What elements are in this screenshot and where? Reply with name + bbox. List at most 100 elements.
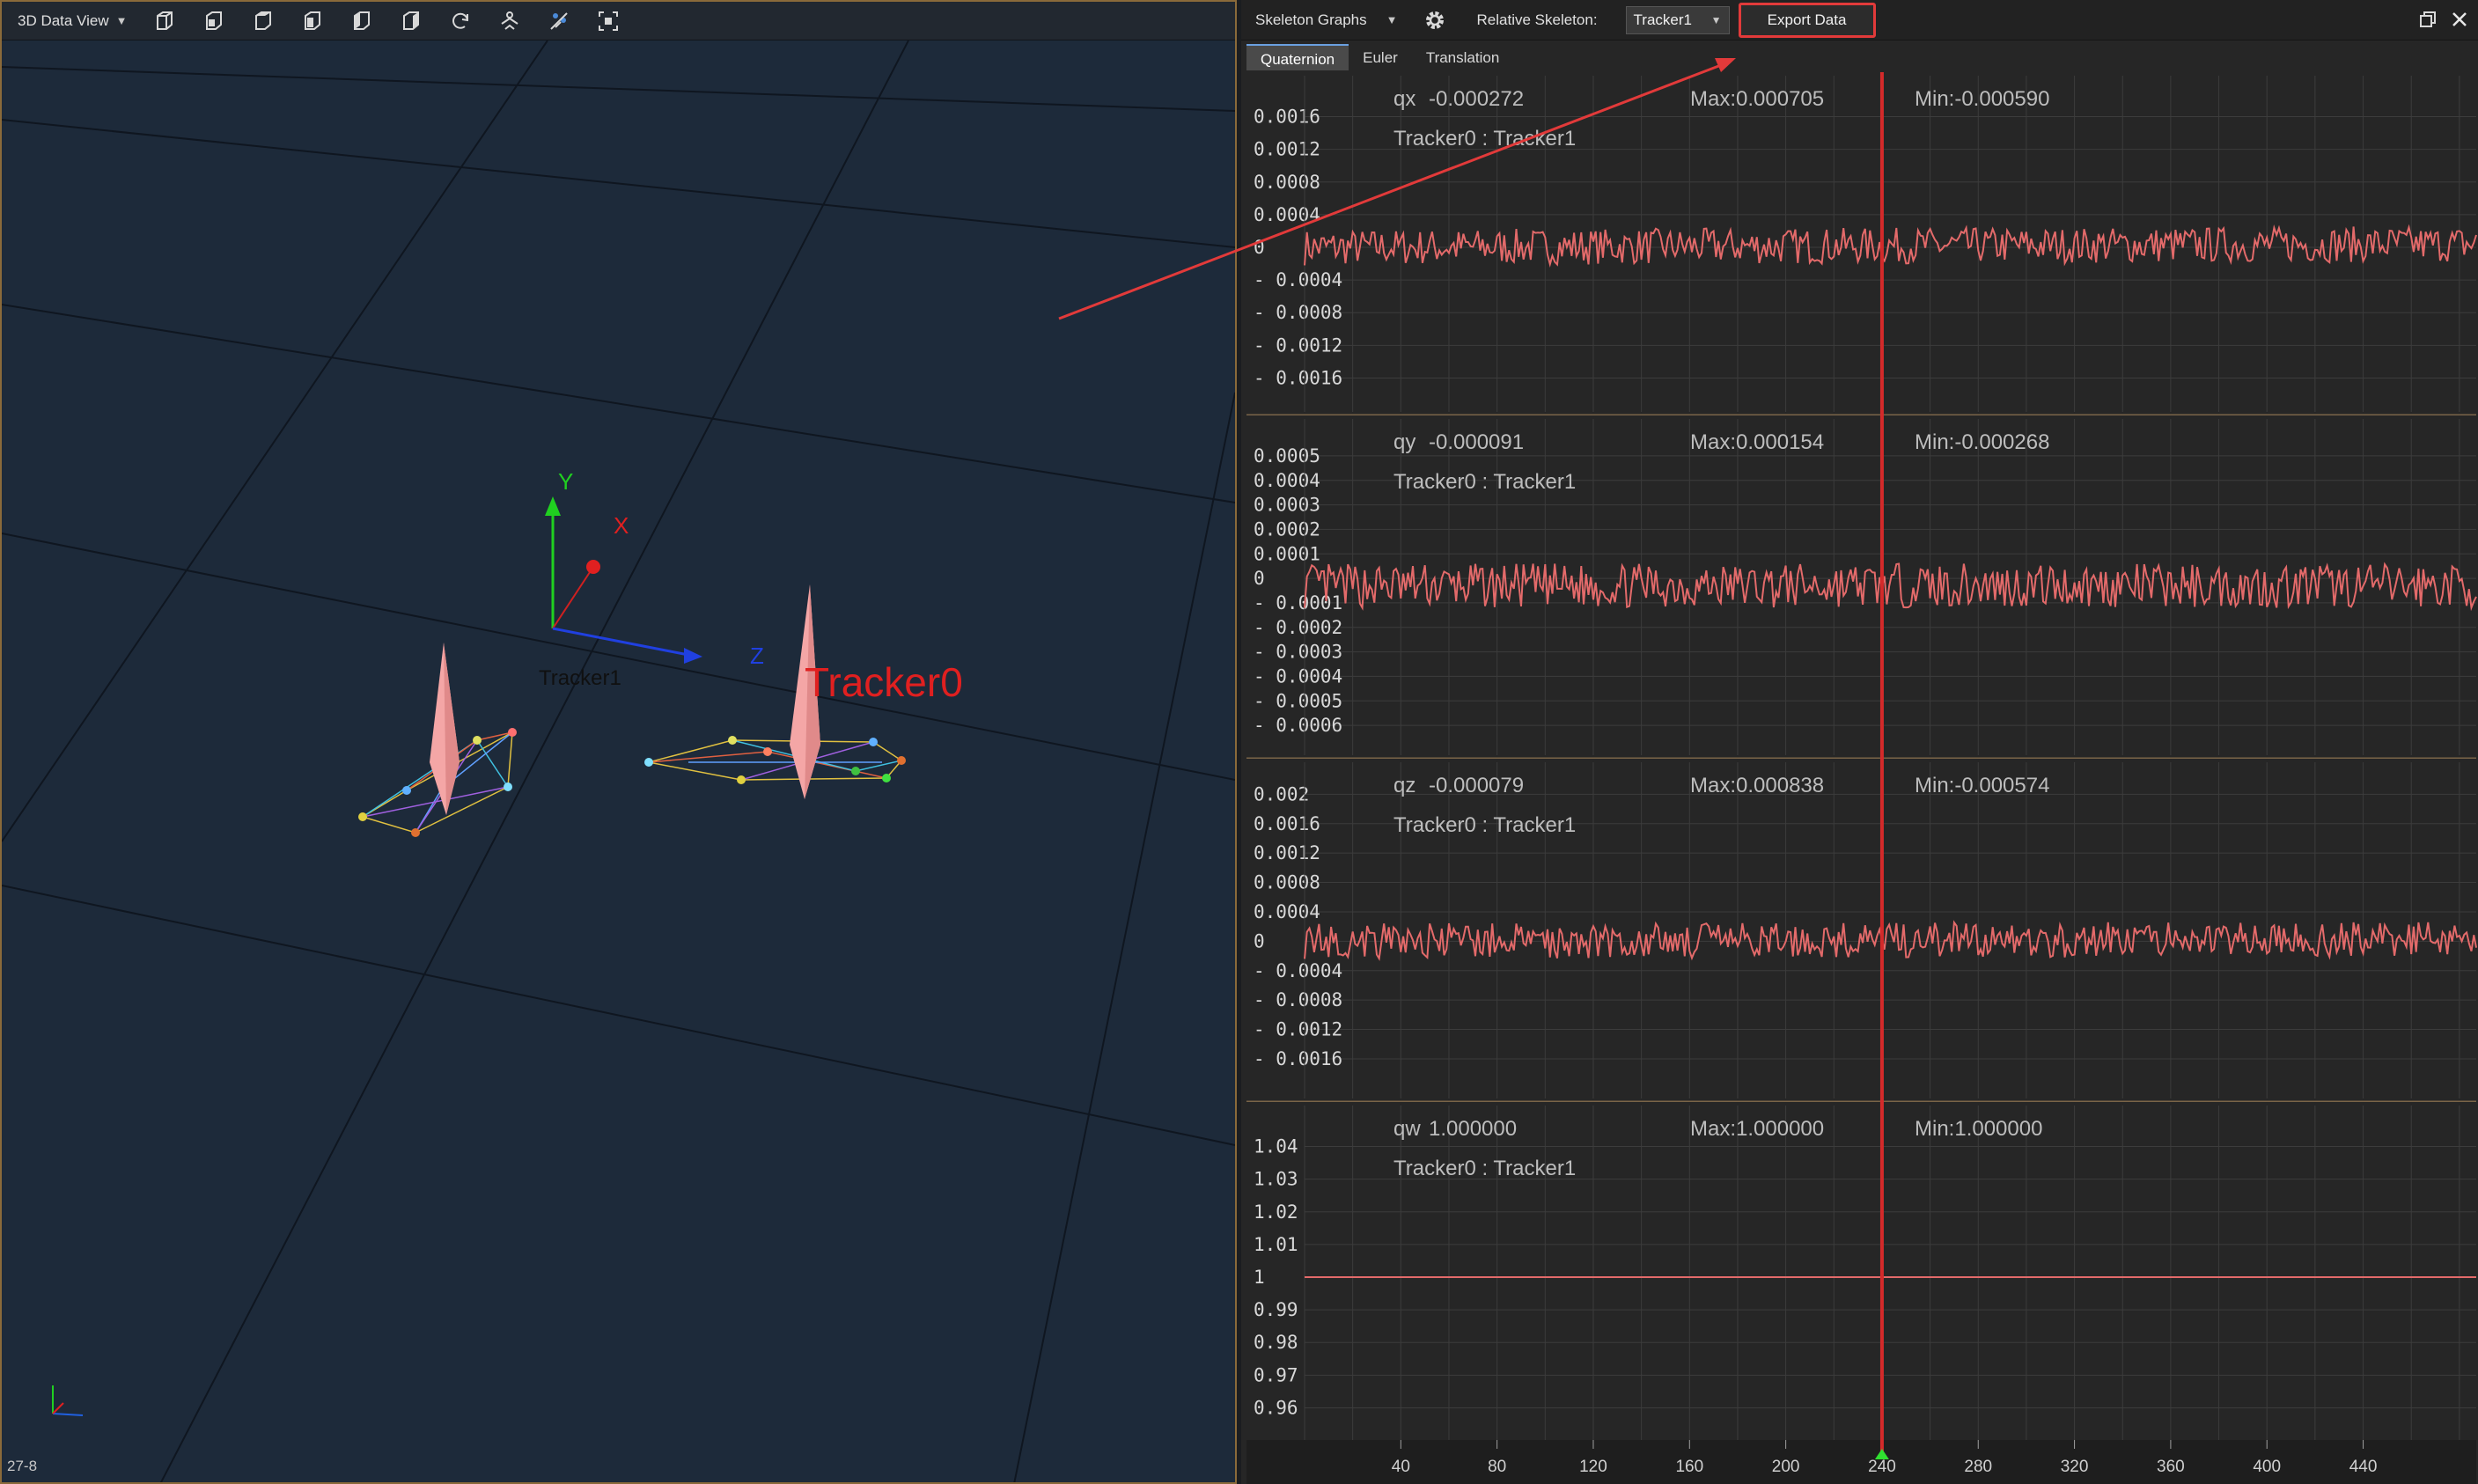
y-tick-label: - 0.0008 <box>1254 989 1342 1010</box>
y-tick-label: 1.04 <box>1254 1136 1298 1157</box>
series-current-qw: 1.000000 <box>1429 1117 1517 1141</box>
graph-tabs: Quaternion Euler Translation <box>1246 40 1513 70</box>
y-tick-label: 0.0008 <box>1254 872 1320 893</box>
export-data-button[interactable]: Export Data <box>1738 2 1876 38</box>
y-tick-label: 0.0004 <box>1254 470 1320 491</box>
tab-quaternion[interactable]: Quaternion <box>1246 44 1349 70</box>
frame-counter: 27-8 <box>7 1458 38 1474</box>
y-tick-label: 0.0002 <box>1254 518 1320 540</box>
x-tick-label: 200 <box>1772 1458 1800 1476</box>
y-tick-label: 0.98 <box>1254 1332 1298 1353</box>
y-tick-label: - 0.0016 <box>1254 367 1342 388</box>
y-tick-label: - 0.0004 <box>1254 665 1342 687</box>
y-tick-label: 0.0012 <box>1254 139 1320 160</box>
mini-axis-gizmo <box>52 1385 84 1416</box>
x-tick-label: 120 <box>1579 1458 1607 1476</box>
3d-data-view-panel[interactable]: 3D Data View ▼ Y X Z Tracker1 Tracker0 2… <box>0 0 1237 1484</box>
graphs-title: Skeleton Graphs <box>1255 11 1367 28</box>
y-tick-label: 0.002 <box>1254 783 1309 804</box>
3d-scene-viewport[interactable]: Y X Z Tracker1 Tracker0 <box>2 40 1235 1484</box>
x-tick-label: 240 <box>1868 1458 1896 1476</box>
y-tick-label: 0.0004 <box>1254 204 1320 225</box>
y-tick-label: - 0.0012 <box>1254 1019 1342 1040</box>
y-tick-label: 0.0008 <box>1254 172 1320 193</box>
series-current-qz: -0.000079 <box>1429 774 1524 797</box>
y-tick-label: 0.0016 <box>1254 813 1320 834</box>
series-min-qy: Min:-0.000268 <box>1915 430 2049 454</box>
z-axis-label: Z <box>750 643 764 669</box>
y-tick-label: - 0.0003 <box>1254 642 1342 663</box>
series-min-qw: Min:1.000000 <box>1915 1117 2042 1141</box>
y-tick-label: 1.03 <box>1254 1169 1298 1190</box>
x-tick-label: 80 <box>1488 1458 1506 1476</box>
y-axis-label: Y <box>558 468 573 495</box>
tab-euler[interactable]: Euler <box>1349 44 1412 70</box>
tab-translation[interactable]: Translation <box>1412 44 1513 70</box>
reset-rotation-icon[interactable] <box>445 5 476 37</box>
ground-grid <box>2 40 1235 1482</box>
y-tick-label: - 0.0006 <box>1254 715 1342 736</box>
y-tick-label: 0.0003 <box>1254 495 1320 516</box>
gear-icon[interactable] <box>1423 8 1447 33</box>
y-tick-label: 0.97 <box>1254 1364 1298 1385</box>
y-tick-label: - 0.0002 <box>1254 617 1342 638</box>
series-max-qw: Max:1.000000 <box>1690 1117 1824 1141</box>
x-tick-label: 160 <box>1675 1458 1703 1476</box>
perspective-view-icon[interactable] <box>149 5 180 37</box>
series-min-qz: Min:-0.000574 <box>1915 774 2049 797</box>
series-min-qx: Min:-0.000590 <box>1915 87 2049 111</box>
y-tick-label: 1.01 <box>1254 1234 1298 1255</box>
series-subtitle-qy: Tracker0 : Tracker1 <box>1393 470 1576 494</box>
x-tick-label: 40 <box>1392 1458 1410 1476</box>
y-tick-label: - 0.0008 <box>1254 302 1342 323</box>
series-name-qz: qz <box>1393 774 1415 797</box>
view-dropdown-caret[interactable]: ▼ <box>116 14 128 27</box>
view-title: 3D Data View <box>18 11 109 29</box>
series-name-qx: qx <box>1393 87 1415 111</box>
relative-skeleton-value: Tracker1 <box>1633 11 1692 28</box>
x-tick-label: 440 <box>2349 1458 2378 1476</box>
graph-panel-qw <box>1246 1102 2476 1445</box>
y-tick-label: - 0.0016 <box>1254 1048 1342 1069</box>
y-tick-label: 0.99 <box>1254 1299 1298 1320</box>
skeleton-graphs-toolbar: Skeleton Graphs ▼ Relative Skeleton: Tra… <box>1241 0 2478 40</box>
y-tick-label: 0.0004 <box>1254 901 1320 922</box>
top-view-icon[interactable] <box>247 5 279 37</box>
y-tick-label: 0.0005 <box>1254 445 1320 467</box>
front-view-icon[interactable] <box>198 5 230 37</box>
y-tick-label: - 0.0005 <box>1254 690 1342 711</box>
tracker0-label: Tracker0 <box>805 659 963 705</box>
tracker-display-icon[interactable] <box>494 5 526 37</box>
series-subtitle-qx: Tracker0 : Tracker1 <box>1393 127 1576 151</box>
series-max-qy: Max:0.000154 <box>1690 430 1824 454</box>
y-tick-label: 0.0001 <box>1254 543 1320 564</box>
series-subtitle-qw: Tracker0 : Tracker1 <box>1393 1157 1576 1180</box>
skeleton-graphs-chart[interactable]: 0.00160.00120.00080.00040- 0.0004- 0.000… <box>1241 0 2478 1484</box>
side-view-icon[interactable] <box>297 5 328 37</box>
marker-display-icon[interactable] <box>543 5 575 37</box>
relative-skeleton-label: Relative Skeleton: <box>1476 11 1598 28</box>
x-tick-label: 320 <box>2061 1458 2089 1476</box>
skeleton-graphs-panel: 0.0016 0.0012 0.0008 0.0004 0- 0.0004- 0.000… <box>1241 0 2478 1484</box>
restore-window-icon[interactable] <box>2417 9 2438 30</box>
right-view-icon[interactable] <box>395 5 427 37</box>
x-tick-label: 400 <box>2253 1458 2281 1476</box>
x-axis-bar <box>1246 1440 2476 1484</box>
tracker1-rigid-body[interactable] <box>358 643 517 837</box>
y-tick-label: 1.02 <box>1254 1201 1298 1223</box>
series-subtitle-qz: Tracker0 : Tracker1 <box>1393 813 1576 837</box>
series-max-qx: Max:0.000705 <box>1690 87 1824 111</box>
y-tick-label: - 0.0012 <box>1254 334 1342 356</box>
y-tick-label: 0 <box>1254 568 1265 589</box>
series-current-qy: -0.000091 <box>1429 430 1524 454</box>
y-tick-label: - 0.0004 <box>1254 960 1342 981</box>
capture-view-icon[interactable] <box>592 5 624 37</box>
left-view-icon[interactable] <box>346 5 378 37</box>
series-name-qy: qy <box>1393 430 1415 454</box>
series-name-qw: qw <box>1393 1117 1421 1141</box>
y-tick-label: 0.0012 <box>1254 842 1320 863</box>
graphs-dropdown-caret[interactable]: ▼ <box>1386 13 1398 26</box>
close-icon[interactable] <box>2449 9 2470 30</box>
relative-skeleton-select[interactable]: Tracker1 ▼ <box>1625 5 1730 34</box>
series-max-qz: Max:0.000838 <box>1690 774 1824 797</box>
